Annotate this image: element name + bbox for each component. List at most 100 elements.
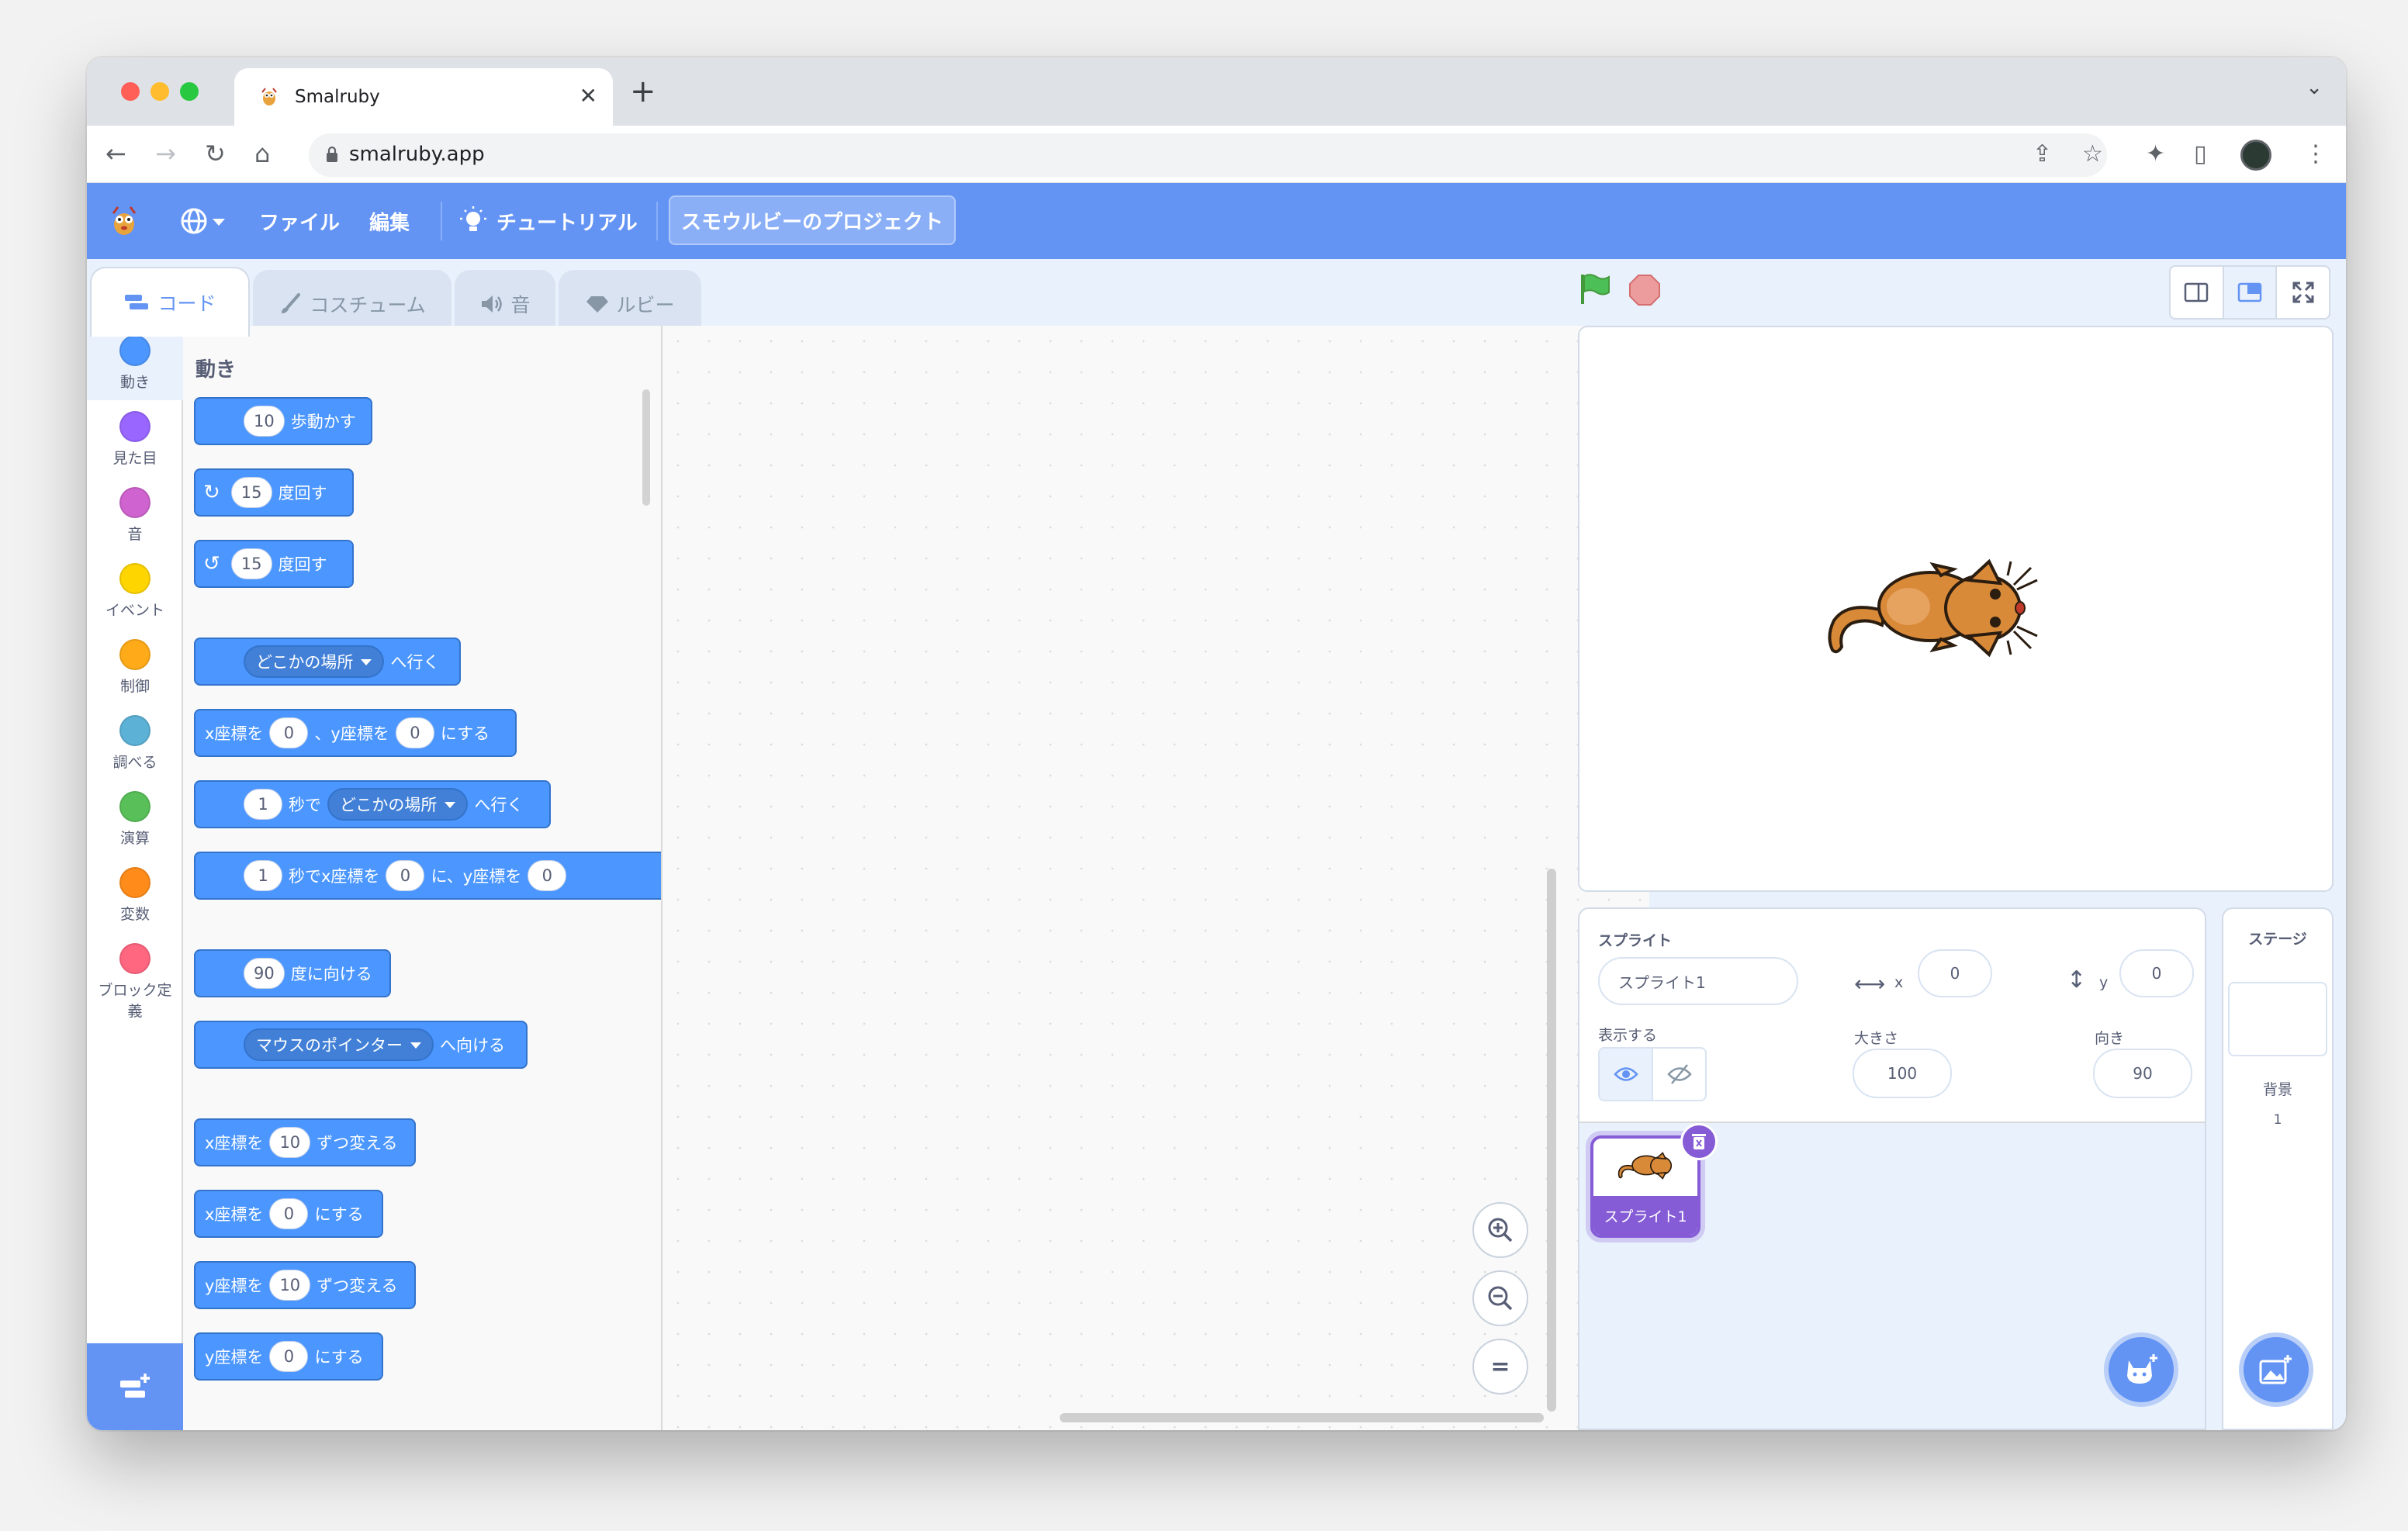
block-input[interactable]: 0 xyxy=(269,717,309,748)
browser-menu-icon[interactable]: ⋮ xyxy=(2304,141,2327,168)
block-turn-left[interactable]: ↺ 15 度回す xyxy=(194,540,354,588)
maximize-window-button[interactable] xyxy=(180,82,199,101)
stop-icon[interactable] xyxy=(1628,273,1662,307)
side-panel-icon[interactable]: ▯ xyxy=(2194,141,2207,168)
category-events[interactable]: イベント xyxy=(87,554,183,628)
fullscreen-button[interactable] xyxy=(2277,267,2329,318)
category-looks[interactable]: 見た目 xyxy=(87,402,183,476)
category-variables[interactable]: 変数 xyxy=(87,858,183,932)
zoom-out-button[interactable] xyxy=(1472,1270,1528,1326)
category-sensing[interactable]: 調べる xyxy=(87,706,183,780)
close-window-button[interactable] xyxy=(121,82,140,101)
block-move-steps[interactable]: 10 歩動かす xyxy=(194,397,372,445)
block-turn-right[interactable]: ↻ 15 度回す xyxy=(194,468,354,517)
category-label: ブロック定 xyxy=(98,982,172,999)
share-icon[interactable]: ⇪ xyxy=(2033,141,2052,168)
edit-menu[interactable]: 編集 xyxy=(369,183,410,259)
category-control[interactable]: 制御 xyxy=(87,630,183,704)
block-goto[interactable]: どこかの場所 へ行く xyxy=(194,638,461,686)
block-glide-xy[interactable]: 1 秒でx座標を 0 に、y座標を 0 xyxy=(194,852,661,900)
category-operators[interactable]: 演算 xyxy=(87,782,183,856)
block-input[interactable]: 10 xyxy=(244,406,285,437)
large-stage-icon xyxy=(2237,282,2262,302)
block-point-towards[interactable]: マウスのポインター へ向ける xyxy=(194,1021,528,1069)
stage-title: ステージ xyxy=(2248,931,2307,948)
green-flag-icon[interactable] xyxy=(1576,271,1612,307)
address-bar[interactable]: smalruby.app xyxy=(309,133,2107,177)
back-icon[interactable]: ← xyxy=(106,137,126,171)
bookmark-star-icon[interactable]: ☆ xyxy=(2082,141,2103,168)
forward-icon[interactable]: → xyxy=(155,137,176,171)
direction-input[interactable]: 90 xyxy=(2093,1049,2192,1098)
block-label: ずつ変える xyxy=(317,1134,398,1153)
block-input[interactable]: 10 xyxy=(269,1127,311,1158)
hide-sprite-button[interactable] xyxy=(1653,1049,1705,1100)
block-glide-to[interactable]: 1 秒で どこかの場所 へ行く xyxy=(194,780,551,828)
block-goto-xy[interactable]: x座標を 0 、y座標を 0 にする xyxy=(194,709,517,757)
block-set-x[interactable]: x座標を 0 にする xyxy=(194,1190,383,1238)
home-icon[interactable]: ⌂ xyxy=(254,137,270,171)
small-stage-button[interactable] xyxy=(2171,267,2224,318)
size-input[interactable]: 100 xyxy=(1853,1049,1952,1098)
cat-sprite[interactable] xyxy=(1817,546,2042,670)
block-dropdown[interactable]: どこかの場所 xyxy=(327,788,469,821)
block-input[interactable]: 15 xyxy=(230,548,272,579)
block-point-direction[interactable]: 90 度に向ける xyxy=(194,949,391,997)
add-extension-button[interactable] xyxy=(87,1343,183,1430)
workspace-horizontal-scrollbar[interactable] xyxy=(1060,1413,1544,1422)
block-label: へ行く xyxy=(474,796,524,814)
block-input[interactable]: 0 xyxy=(395,717,434,748)
lock-icon xyxy=(327,146,337,162)
block-input[interactable]: 0 xyxy=(269,1198,309,1229)
block-input[interactable]: 0 xyxy=(386,860,425,891)
choose-sprite-button[interactable] xyxy=(2104,1332,2178,1407)
choose-backdrop-button[interactable] xyxy=(2239,1332,2313,1407)
smalruby-logo[interactable] xyxy=(106,183,143,259)
browser-tab[interactable]: Smalruby ✕ xyxy=(234,68,613,126)
delete-sprite-button[interactable] xyxy=(1680,1123,1718,1160)
block-input[interactable]: 1 xyxy=(244,789,282,820)
zoom-in-button[interactable] xyxy=(1472,1202,1528,1258)
tab-search-chevron-icon[interactable]: ⌄ xyxy=(2306,76,2323,99)
project-title-input[interactable]: スモウルビーのプロジェクト xyxy=(669,195,956,245)
x-position-input[interactable]: 0 xyxy=(1918,949,1992,997)
stage-canvas[interactable] xyxy=(1578,326,2334,892)
block-input[interactable]: 10 xyxy=(269,1270,311,1301)
stage-target-pane[interactable]: ステージ 背景 1 xyxy=(2222,907,2334,1430)
block-change-x[interactable]: x座標を 10 ずつ変える xyxy=(194,1118,416,1166)
block-input[interactable]: 1 xyxy=(244,860,282,891)
show-sprite-button[interactable] xyxy=(1600,1049,1653,1100)
block-label: 度回す xyxy=(278,484,327,503)
palette-heading: 動き xyxy=(195,358,237,382)
script-workspace[interactable] xyxy=(663,326,1649,1430)
sprite-name-input[interactable]: スプライト1 xyxy=(1598,957,1798,1005)
y-position-input[interactable]: 0 xyxy=(2119,949,2194,997)
block-input[interactable]: 90 xyxy=(244,958,285,989)
block-dropdown[interactable]: マウスのポインター xyxy=(244,1028,434,1061)
minimize-window-button[interactable] xyxy=(150,82,169,101)
extensions-puzzle-icon[interactable]: ✦ xyxy=(2146,141,2165,168)
category-sound[interactable]: 音 xyxy=(87,478,183,552)
eye-hidden-icon xyxy=(1666,1064,1692,1084)
tutorial-menu[interactable]: チュートリアル xyxy=(459,183,638,259)
tab-close-icon[interactable]: ✕ xyxy=(580,85,597,107)
palette-scrollbar[interactable] xyxy=(642,389,650,506)
block-change-y[interactable]: y座標を 10 ずつ変える xyxy=(194,1261,416,1309)
category-my-blocks[interactable]: ブロック定義 xyxy=(87,934,183,1027)
profile-avatar[interactable] xyxy=(2240,140,2271,171)
language-menu[interactable] xyxy=(178,183,225,259)
block-input[interactable]: 0 xyxy=(528,860,567,891)
block-input[interactable]: 0 xyxy=(269,1341,309,1372)
zoom-reset-button[interactable]: = xyxy=(1472,1339,1528,1394)
block-input[interactable]: 15 xyxy=(230,477,272,508)
category-motion[interactable]: 動き xyxy=(87,326,183,400)
file-menu[interactable]: ファイル xyxy=(259,183,340,259)
workspace-vertical-scrollbar[interactable] xyxy=(1547,869,1556,1412)
block-dropdown[interactable]: どこかの場所 xyxy=(244,645,385,678)
new-tab-button[interactable]: + xyxy=(630,73,656,110)
large-stage-button[interactable] xyxy=(2223,267,2278,318)
backdrop-thumbnail[interactable] xyxy=(2228,982,2327,1056)
reload-icon[interactable]: ↻ xyxy=(205,137,226,171)
block-set-y[interactable]: y座標を 0 にする xyxy=(194,1332,383,1381)
tab-code[interactable]: コード xyxy=(90,267,250,337)
